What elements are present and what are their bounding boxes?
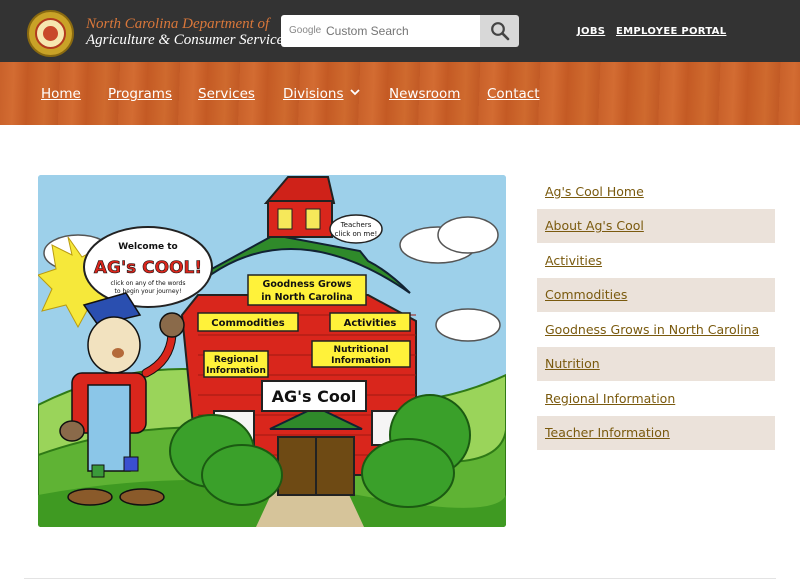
brand-name-line1[interactable]: North Carolina Department of <box>86 16 269 33</box>
chevron-down-icon <box>349 89 360 96</box>
nav-contact[interactable]: Contact <box>487 86 540 102</box>
top-header: North Carolina Department of Agriculture… <box>0 0 800 62</box>
search-button[interactable] <box>480 15 519 47</box>
nav-programs[interactable]: Programs <box>108 86 172 102</box>
teachers-bubble[interactable] <box>329 214 383 244</box>
search-input[interactable] <box>281 15 480 47</box>
sidebar-item-ags-cool-home[interactable]: Ag's Cool Home <box>537 175 775 209</box>
sidebar-item-regional-information[interactable]: Regional Information <box>537 382 775 416</box>
sidebar-item-activities[interactable]: Activities <box>537 244 775 278</box>
svg-text:Information: Information <box>206 366 266 376</box>
sidebar-item-teacher-information[interactable]: Teacher Information <box>537 416 775 450</box>
jobs-link[interactable]: JOBS <box>577 26 605 37</box>
welcome-title: Welcome to <box>118 242 177 252</box>
sidebar-item-label: Teacher Information <box>545 425 670 440</box>
svg-text:in North Carolina: in North Carolina <box>261 292 352 303</box>
sidebar-item-label: Goodness Grows in North Carolina <box>545 322 760 337</box>
nav-divisions[interactable]: Divisions <box>283 86 360 102</box>
employee-portal-link[interactable]: EMPLOYEE PORTAL <box>616 26 726 37</box>
sidebar-item-commodities[interactable]: Commodities <box>537 278 775 312</box>
footer-divider <box>24 578 776 579</box>
sidebar-item-label: About Ag's Cool <box>545 218 644 233</box>
sidebar-item-about-ags-cool[interactable]: About Ag's Cool <box>537 209 775 243</box>
svg-text:click on me!: click on me! <box>335 230 378 238</box>
sign-commodities[interactable]: Commodities <box>211 318 284 329</box>
sign-activities[interactable]: Activities <box>344 318 397 329</box>
sign-goodness-grows[interactable]: Goodness Grows <box>263 279 352 290</box>
nav-services[interactable]: Services <box>198 86 255 102</box>
nav-divisions-label: Divisions <box>283 86 344 102</box>
svg-text:Teachers: Teachers <box>340 221 372 229</box>
brand-name-line2[interactable]: Agriculture & Consumer Services <box>86 32 289 49</box>
nav-newsroom[interactable]: Newsroom <box>389 86 460 102</box>
welcome-big: AG's COOL! <box>94 258 202 278</box>
ags-cool-schoolhouse-image[interactable]: Goodness Grows in North Carolina Commodi… <box>38 175 506 527</box>
nav-home[interactable]: Home <box>41 86 81 102</box>
sidebar-item-label: Activities <box>545 253 603 268</box>
sidebar-item-label: Regional Information <box>545 391 676 406</box>
sign-nutritional-information[interactable]: Nutritional <box>334 345 389 355</box>
sign-regional-information[interactable]: Regional <box>214 355 258 365</box>
search-icon <box>490 22 509 41</box>
sidebar-item-label: Nutrition <box>545 356 600 371</box>
sidebar-item-goodness-grows[interactable]: Goodness Grows in North Carolina <box>537 313 775 347</box>
svg-text:click on any of the words: click on any of the words <box>111 280 186 287</box>
sidebar-item-label: Ag's Cool Home <box>545 184 644 199</box>
site-search: Google <box>281 15 519 47</box>
svg-text:Information: Information <box>331 356 391 366</box>
sidebar-item-nutrition[interactable]: Nutrition <box>537 347 775 381</box>
sign-ags-cool[interactable]: AG's Cool <box>272 387 357 406</box>
schoolhouse-illustration: Goodness Grows in North Carolina Commodi… <box>38 175 506 527</box>
ncda-seal-logo[interactable] <box>27 10 74 57</box>
sidebar-item-label: Commodities <box>545 287 628 302</box>
